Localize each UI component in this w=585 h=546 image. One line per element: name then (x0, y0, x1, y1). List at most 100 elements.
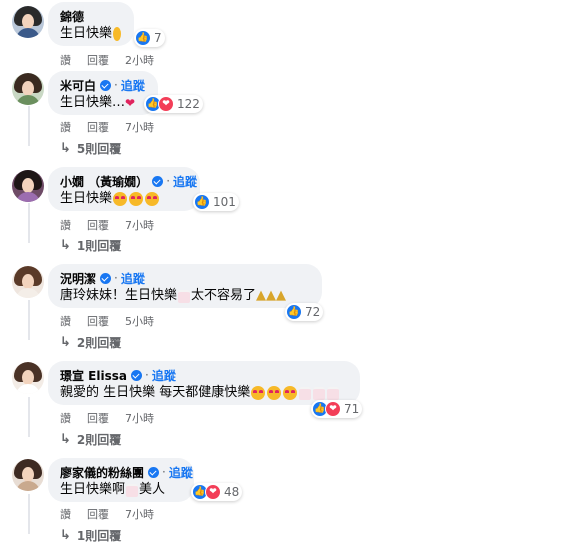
commenter-name[interactable]: 錦德 (60, 8, 84, 25)
comment-bubble: 米可白 · 追蹤 生日快樂… ❤ (48, 71, 158, 115)
separator-dot: · (114, 78, 118, 92)
reaction-summary[interactable]: 👍 ❤ 48 (191, 483, 243, 501)
reply-arrow-icon: ↳ (60, 528, 71, 543)
like-button[interactable]: 讚 (60, 119, 71, 135)
comment-timestamp[interactable]: 7小時 (125, 119, 154, 135)
follow-button[interactable]: 追蹤 (152, 367, 176, 384)
comment-text-continued: 美人 (139, 482, 166, 497)
like-reaction-icon: 👍 (135, 30, 151, 46)
reply-button[interactable]: 回覆 (87, 313, 109, 329)
love-face-emoji-icon (283, 386, 298, 400)
verified-badge-icon (100, 272, 112, 284)
avatar[interactable] (12, 362, 44, 394)
reaction-summary[interactable]: 👍 7 (134, 29, 165, 47)
comment-timestamp[interactable]: 2小時 (125, 52, 154, 68)
reaction-count: 7 (154, 31, 162, 45)
comment-bubble: 璟宣 Elissa · 追蹤 親愛的 生日快樂 每天都健康快樂 (48, 361, 360, 405)
view-replies-button[interactable]: ↳ 2則回覆 (60, 334, 121, 351)
reply-arrow-icon: ↳ (60, 141, 71, 156)
commenter-name[interactable]: 璟宣 Elissa (60, 367, 127, 384)
like-button[interactable]: 讚 (60, 313, 71, 329)
view-replies-button[interactable]: ↳ 1則回覆 (60, 237, 121, 254)
thread-line (28, 300, 30, 340)
verified-badge-icon (152, 175, 164, 187)
reply-arrow-icon: ↳ (60, 432, 71, 447)
separator-dot: · (114, 271, 118, 285)
cake-emoji-icon (327, 386, 340, 400)
comment-timestamp[interactable]: 7小時 (125, 410, 154, 426)
like-reaction-icon: 👍 (194, 194, 210, 210)
reply-arrow-icon: ↳ (60, 335, 71, 350)
like-button[interactable]: 讚 (60, 52, 71, 68)
smiley-emoji-icon (113, 27, 121, 41)
commenter-name[interactable]: 小嫺 （黃瑜嫺） (60, 173, 148, 190)
avatar[interactable] (12, 6, 44, 38)
comment-text: 生日快樂 (60, 26, 113, 41)
cake-emoji-icon (313, 386, 326, 400)
comment-bubble: 況明潔 · 追蹤 唐玲妹妹！生日快樂 太不容易了 ▲▲▲ (48, 264, 322, 308)
thread-line (28, 494, 30, 534)
reaction-summary[interactable]: 👍 101 (193, 193, 239, 211)
reaction-count: 48 (224, 485, 240, 499)
love-face-emoji-icon (251, 386, 266, 400)
avatar[interactable] (12, 73, 44, 105)
view-replies-button[interactable]: ↳ 1則回覆 (60, 527, 121, 544)
comment-timestamp[interactable]: 5小時 (125, 313, 154, 329)
love-reaction-icon: ❤ (205, 484, 221, 500)
cake-emoji-icon (126, 483, 139, 497)
thread-line (28, 203, 30, 243)
separator-dot: · (166, 174, 171, 188)
reaction-count: 122 (177, 97, 200, 111)
comment-text: 唐玲妹妹！生日快樂 (60, 288, 178, 303)
reply-button[interactable]: 回覆 (87, 506, 109, 522)
view-replies-button[interactable]: ↳ 2則回覆 (60, 431, 121, 448)
reply-button[interactable]: 回覆 (87, 52, 109, 68)
comment-text: 生日快樂… (60, 95, 126, 110)
follow-button[interactable]: 追蹤 (173, 173, 197, 190)
love-face-emoji-icon (129, 192, 144, 206)
comment-text: 生日快樂啊 (60, 482, 126, 497)
love-face-emoji-icon (267, 386, 282, 400)
reply-button[interactable]: 回覆 (87, 217, 109, 233)
view-replies-button[interactable]: ↳ 5則回覆 (60, 140, 121, 157)
follow-button[interactable]: 追蹤 (169, 464, 193, 481)
avatar[interactable] (12, 170, 44, 202)
reply-button[interactable]: 回覆 (87, 119, 109, 135)
replies-count-label: 2則回覆 (76, 433, 122, 447)
like-button[interactable]: 讚 (60, 410, 71, 426)
avatar[interactable] (12, 266, 44, 298)
replies-count-label: 2則回覆 (76, 336, 122, 350)
comment-text: 生日快樂 (60, 191, 113, 206)
replies-count-label: 1則回覆 (76, 529, 122, 543)
comment-text-continued: 太不容易了 (191, 288, 257, 303)
like-reaction-icon: 👍 (286, 304, 302, 320)
love-face-emoji-icon (145, 192, 160, 206)
reply-arrow-icon: ↳ (60, 238, 71, 253)
reaction-summary[interactable]: 👍 ❤ 122 (144, 95, 203, 113)
comment-bubble: 小嫺 （黃瑜嫺） · 追蹤 生日快樂 (48, 167, 200, 211)
like-button[interactable]: 讚 (60, 506, 71, 522)
reaction-count: 71 (344, 402, 360, 416)
follow-button[interactable]: 追蹤 (121, 270, 145, 287)
reaction-summary[interactable]: 👍 ❤ 71 (311, 400, 363, 418)
comment-timestamp[interactable]: 7小時 (125, 217, 154, 233)
heart-emoji-icon: ❤ (125, 96, 136, 110)
commenter-name[interactable]: 米可白 (60, 77, 96, 94)
reaction-count: 101 (213, 195, 236, 209)
commenter-name[interactable]: 廖家儀的粉絲團 (60, 464, 144, 481)
commenter-name[interactable]: 況明潔 (60, 270, 96, 287)
reaction-summary[interactable]: 👍 72 (285, 303, 324, 321)
reply-button[interactable]: 回覆 (87, 410, 109, 426)
comment-timestamp[interactable]: 7小時 (125, 506, 154, 522)
avatar[interactable] (12, 459, 44, 491)
cake-emoji-icon (178, 289, 191, 303)
thread-line (28, 397, 30, 437)
follow-button[interactable]: 追蹤 (121, 77, 145, 94)
thread-line (28, 106, 30, 146)
reaction-count: 72 (305, 305, 321, 319)
separator-dot: · (145, 368, 149, 382)
comment-text: 親愛的 生日快樂 每天都健康快樂 (60, 385, 251, 400)
like-button[interactable]: 讚 (60, 217, 71, 233)
party-popper-emoji-icon: ▲▲▲ (256, 288, 287, 303)
replies-count-label: 1則回覆 (76, 239, 122, 253)
